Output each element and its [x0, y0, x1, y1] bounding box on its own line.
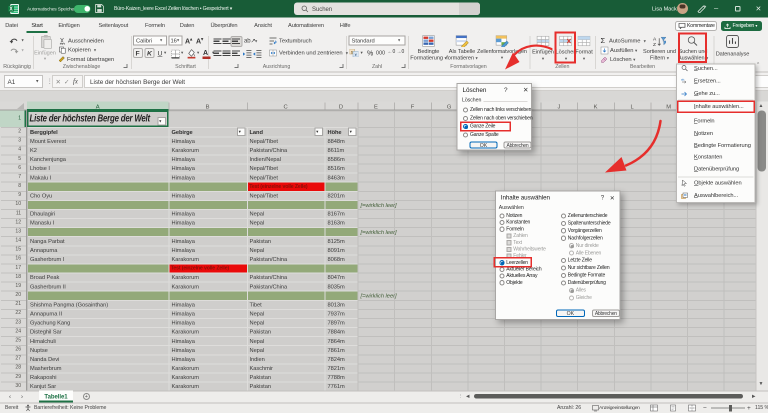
svg-text:A: A [653, 36, 657, 42]
svg-text:Z: Z [653, 42, 656, 47]
svg-text:ab: ab [681, 78, 685, 82]
